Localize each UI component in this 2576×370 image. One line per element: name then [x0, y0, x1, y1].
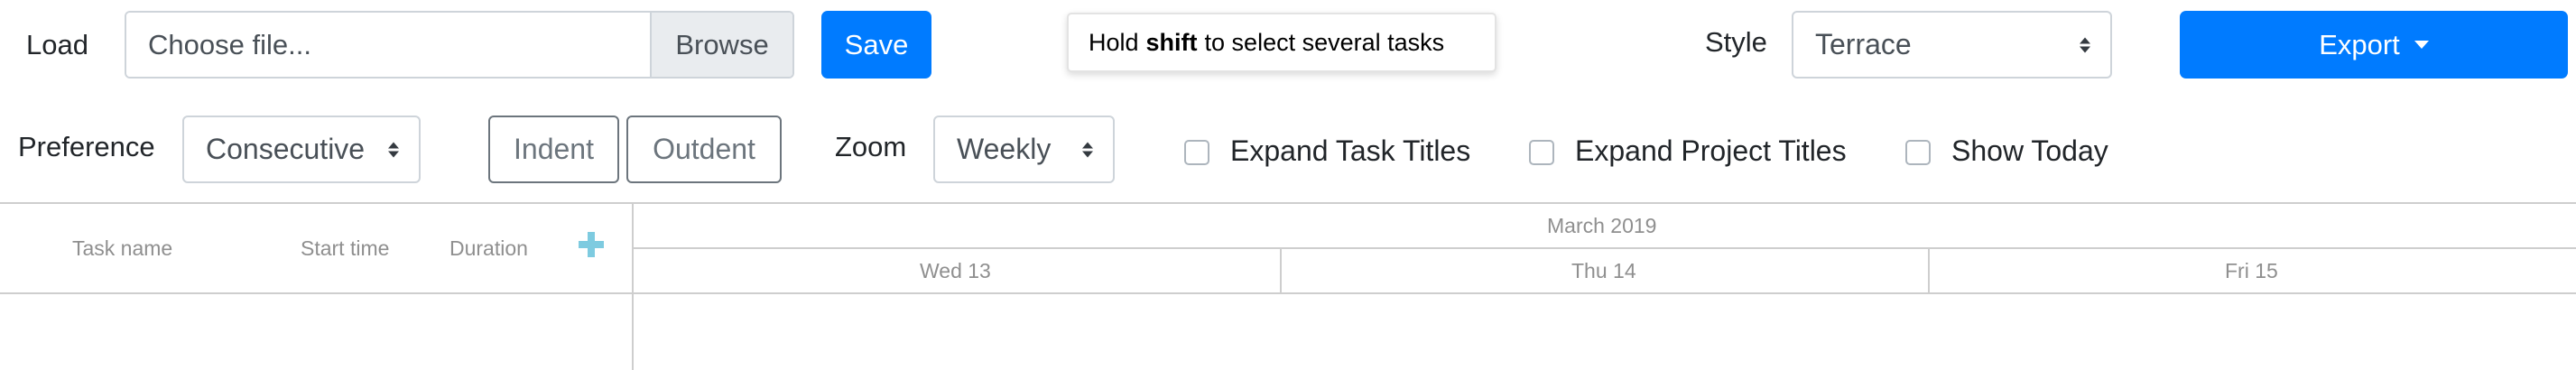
column-header-duration[interactable]: Duration: [449, 236, 528, 261]
select-arrows-icon: [1082, 142, 1093, 157]
hint-prefix: Hold: [1089, 28, 1139, 56]
hint-suffix: to select several tasks: [1204, 28, 1445, 56]
timeline-day-fri: Fri 15: [2225, 259, 2278, 282]
file-input-text[interactable]: Choose file...: [126, 13, 650, 77]
outdent-button[interactable]: Outdent: [626, 116, 782, 183]
timeline-day-wed: Wed 13: [920, 259, 991, 282]
export-button[interactable]: Export: [2180, 11, 2568, 79]
file-input[interactable]: Choose file... Browse: [125, 11, 794, 79]
select-arrows-icon: [388, 142, 399, 157]
day-divider: [1280, 248, 1282, 293]
expand-task-titles-label[interactable]: Expand Task Titles: [1230, 134, 1470, 168]
column-header-start-time[interactable]: Start time: [301, 236, 389, 261]
show-today-label[interactable]: Show Today: [1951, 134, 2108, 168]
browse-button[interactable]: Browse: [650, 13, 792, 77]
select-arrows-icon: [2080, 37, 2090, 52]
expand-task-titles-checkbox[interactable]: [1184, 140, 1209, 165]
task-grid-body[interactable]: [0, 294, 632, 370]
style-select[interactable]: Terrace: [1792, 11, 2112, 79]
zoom-select[interactable]: Weekly: [933, 116, 1115, 183]
save-button[interactable]: Save: [821, 11, 931, 79]
multi-select-hint: Hold shift to select several tasks: [1067, 13, 1496, 72]
zoom-select-value: Weekly: [957, 133, 1052, 165]
load-label: Load: [26, 29, 88, 60]
add-task-icon[interactable]: [578, 231, 605, 258]
caret-down-icon: [2414, 41, 2429, 49]
zoom-label: Zoom: [835, 131, 907, 162]
timeline-body[interactable]: [634, 294, 2576, 370]
grid-top-border: [0, 202, 2576, 204]
timeline-day-thu: Thu 14: [1571, 259, 1636, 282]
preference-select-value: Consecutive: [206, 133, 366, 165]
show-today-checkbox[interactable]: [1905, 140, 1931, 165]
export-label: Export: [2319, 28, 2400, 60]
hint-key: shift: [1145, 28, 1198, 56]
style-select-value: Terrace: [1815, 28, 1912, 60]
indent-button[interactable]: Indent: [488, 116, 619, 183]
column-header-task-name[interactable]: Task name: [72, 236, 172, 261]
timeline-month: March 2019: [1547, 214, 1657, 237]
style-label: Style: [1705, 26, 1767, 58]
preference-label: Preference: [18, 131, 155, 162]
expand-project-titles-label[interactable]: Expand Project Titles: [1575, 134, 1847, 168]
expand-project-titles-checkbox[interactable]: [1529, 140, 1554, 165]
day-divider: [1928, 248, 1930, 293]
preference-select[interactable]: Consecutive: [182, 116, 421, 183]
timeline-scale-divider: [633, 247, 2576, 249]
